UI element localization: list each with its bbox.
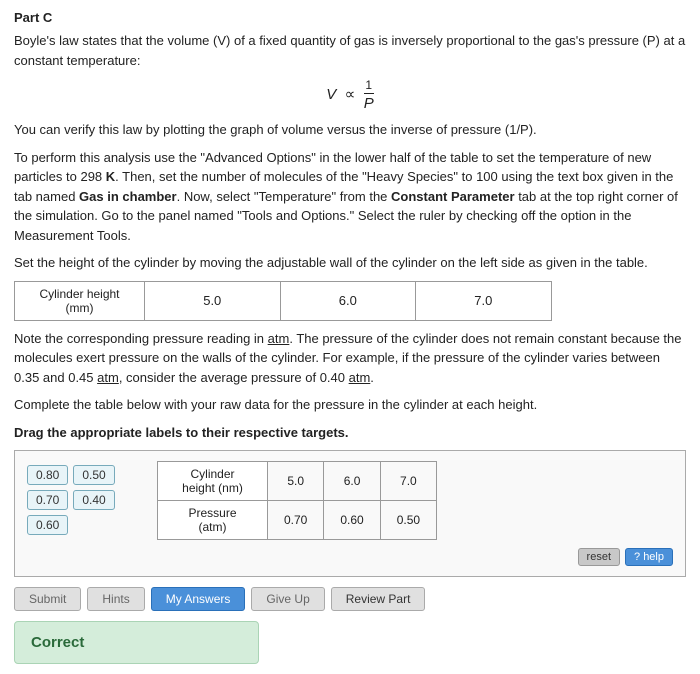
inner-table-wrap: Cylinder height (nm) 5.0 6.0 7.0 Pressur… bbox=[157, 461, 673, 540]
paragraph-3: To perform this analysis use the "Advanc… bbox=[14, 148, 686, 246]
inner-table-row2-v3: 0.50 bbox=[380, 501, 436, 540]
review-part-button[interactable]: Review Part bbox=[331, 587, 426, 611]
drag-row-3: 0.60 bbox=[27, 515, 115, 535]
reset-help-bar: reset ? help bbox=[27, 548, 673, 566]
drag-row-1: 0.80 0.50 bbox=[27, 465, 115, 485]
inner-table-row1-header: Cylinder height (nm) bbox=[158, 462, 268, 501]
formula: V ∝ 1 P bbox=[326, 78, 373, 112]
drag-instruction: Drag the appropriate labels to their res… bbox=[14, 423, 686, 443]
drag-labels-container: 0.80 0.50 0.70 0.40 0.60 bbox=[27, 465, 115, 535]
p1-text: Boyle's law states that the volume (V) o… bbox=[14, 33, 685, 68]
my-answers-button[interactable]: My Answers bbox=[151, 587, 246, 611]
drag-label-040[interactable]: 0.40 bbox=[73, 490, 114, 510]
table-value-3: 7.0 bbox=[416, 281, 552, 320]
paragraph-4: Set the height of the cylinder by moving… bbox=[14, 253, 686, 273]
cylinder-height-table: Cylinder height(mm) 5.0 6.0 7.0 bbox=[14, 281, 552, 321]
inner-table-row2-v1: 0.70 bbox=[268, 501, 324, 540]
bottom-buttons: Submit Hints My Answers Give Up Review P… bbox=[14, 587, 686, 611]
inner-table-row1-v2: 6.0 bbox=[324, 462, 380, 501]
formula-area: V ∝ 1 P bbox=[14, 78, 686, 112]
reset-button[interactable]: reset bbox=[578, 548, 620, 566]
table-value-2: 6.0 bbox=[280, 281, 416, 320]
paragraph-5: Note the corresponding pressure reading … bbox=[14, 329, 686, 388]
drag-label-050[interactable]: 0.50 bbox=[73, 465, 114, 485]
table-value-1: 5.0 bbox=[145, 281, 281, 320]
inner-table: Cylinder height (nm) 5.0 6.0 7.0 Pressur… bbox=[157, 461, 437, 540]
table-header-cell: Cylinder height(mm) bbox=[15, 281, 145, 320]
paragraph-1: Boyle's law states that the volume (V) o… bbox=[14, 31, 686, 70]
hints-button[interactable]: Hints bbox=[87, 587, 144, 611]
part-label: Part C bbox=[14, 10, 686, 25]
inner-table-row1-v3: 7.0 bbox=[380, 462, 436, 501]
correct-label: Correct bbox=[31, 634, 84, 651]
paragraph-2: You can verify this law by plotting the … bbox=[14, 120, 686, 140]
drag-section: 0.80 0.50 0.70 0.40 0.60 Cylinder height… bbox=[14, 450, 686, 577]
drag-row-2: 0.70 0.40 bbox=[27, 490, 115, 510]
formula-v: V bbox=[326, 86, 336, 103]
drag-label-060[interactable]: 0.60 bbox=[27, 515, 68, 535]
submit-button[interactable]: Submit bbox=[14, 587, 81, 611]
help-button[interactable]: ? help bbox=[625, 548, 673, 566]
p2-text: You can verify this law by plotting the … bbox=[14, 122, 537, 137]
inner-table-row1-v1: 5.0 bbox=[268, 462, 324, 501]
give-up-button[interactable]: Give Up bbox=[251, 587, 324, 611]
inner-table-row2-v2: 0.60 bbox=[324, 501, 380, 540]
correct-box: Correct bbox=[14, 621, 259, 664]
paragraph-6: Complete the table below with your raw d… bbox=[14, 395, 686, 415]
drag-label-080[interactable]: 0.80 bbox=[27, 465, 68, 485]
formula-fraction: 1 P bbox=[364, 78, 374, 112]
inner-table-row2-header: Pressure (atm) bbox=[158, 501, 268, 540]
drag-label-070[interactable]: 0.70 bbox=[27, 490, 68, 510]
